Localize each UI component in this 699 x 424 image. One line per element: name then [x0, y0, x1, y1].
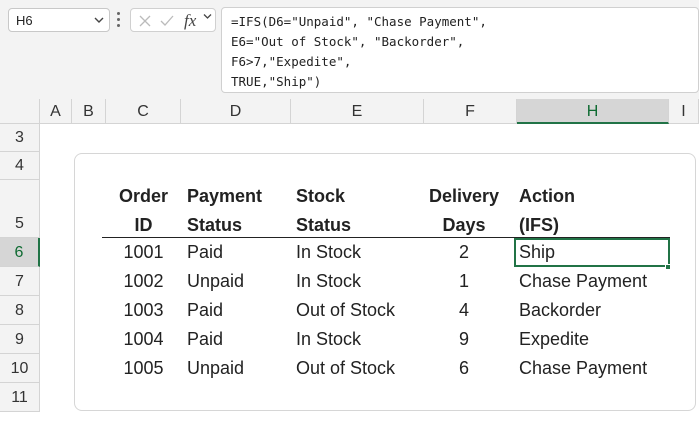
enter-check-icon[interactable]: [159, 13, 175, 29]
cell-order-id[interactable]: 1004: [106, 325, 181, 354]
formula-line: F6>7,"Expedite",: [231, 54, 352, 69]
row-header-6[interactable]: 6: [0, 238, 40, 267]
column-header-d[interactable]: D: [181, 99, 291, 124]
row-header-11[interactable]: 11: [0, 383, 40, 412]
header-action-line1[interactable]: Action: [519, 182, 575, 211]
select-all-corner[interactable]: [0, 99, 40, 124]
cell-payment[interactable]: Unpaid: [187, 267, 244, 296]
active-cell-outline[interactable]: [514, 238, 670, 267]
formula-line: =IFS(D6="Unpaid", "Chase Payment",: [231, 14, 487, 29]
header-delivery-line1[interactable]: Delivery: [418, 182, 510, 211]
formula-line: TRUE,"Ship"): [231, 74, 322, 89]
cell-action[interactable]: Expedite: [519, 325, 589, 354]
header-order-id-line1[interactable]: Order: [106, 182, 181, 211]
formula-line: E6="Out of Stock", "Backorder",: [231, 34, 465, 49]
row-header-8[interactable]: 8: [0, 296, 40, 325]
column-header-f[interactable]: F: [424, 99, 517, 124]
row-header-5[interactable]: 5: [0, 180, 40, 238]
cell-action[interactable]: Backorder: [519, 296, 601, 325]
cell-action[interactable]: Chase Payment: [519, 354, 647, 383]
cell-stock[interactable]: In Stock: [296, 238, 361, 267]
header-payment-line1[interactable]: Payment: [187, 182, 262, 211]
cell-days[interactable]: 2: [418, 238, 510, 267]
column-header-a[interactable]: A: [40, 99, 72, 124]
header-delivery-line2[interactable]: Days: [418, 211, 510, 240]
name-box-value: H6: [16, 13, 33, 28]
cell-stock[interactable]: In Stock: [296, 325, 361, 354]
column-header-b[interactable]: B: [72, 99, 106, 124]
column-header-e[interactable]: E: [291, 99, 424, 124]
row-header-4[interactable]: 4: [0, 152, 40, 180]
worksheet-grid[interactable]: A B C D E F H I 3 4 5 6 7 8 9 10 11 Orde…: [0, 99, 699, 424]
cell-order-id[interactable]: 1001: [106, 238, 181, 267]
insert-function-icon[interactable]: fx: [184, 11, 196, 31]
header-stock-line2[interactable]: Status: [296, 211, 351, 240]
cell-payment[interactable]: Paid: [187, 238, 223, 267]
header-order-id-line2[interactable]: ID: [106, 211, 181, 240]
chevron-down-icon[interactable]: [203, 13, 212, 20]
header-payment-line2[interactable]: Status: [187, 211, 242, 240]
row-header-10[interactable]: 10: [0, 354, 40, 383]
cell-order-id[interactable]: 1005: [106, 354, 181, 383]
cell-payment[interactable]: Paid: [187, 325, 223, 354]
cell-order-id[interactable]: 1003: [106, 296, 181, 325]
cell-payment[interactable]: Unpaid: [187, 354, 244, 383]
cell-stock[interactable]: Out of Stock: [296, 354, 395, 383]
more-options-icon[interactable]: [116, 12, 122, 28]
fill-handle[interactable]: [665, 264, 671, 270]
row-header-7[interactable]: 7: [0, 267, 40, 296]
column-header-h[interactable]: H: [517, 99, 669, 124]
column-header-i[interactable]: I: [669, 99, 699, 124]
cell-payment[interactable]: Paid: [187, 296, 223, 325]
cell-action[interactable]: Chase Payment: [519, 267, 647, 296]
cancel-icon[interactable]: [137, 13, 153, 29]
cell-days[interactable]: 1: [418, 267, 510, 296]
header-stock-line1[interactable]: Stock: [296, 182, 345, 211]
row-header-3[interactable]: 3: [0, 124, 40, 152]
header-action-line2[interactable]: (IFS): [519, 211, 559, 240]
row-header-9[interactable]: 9: [0, 325, 40, 354]
cell-days[interactable]: 4: [418, 296, 510, 325]
formula-bar-area: H6 fx =IFS(D6="Unpaid", "Chase Payment",…: [0, 0, 699, 99]
cell-order-id[interactable]: 1002: [106, 267, 181, 296]
cell-days[interactable]: 6: [418, 354, 510, 383]
cell-days[interactable]: 9: [418, 325, 510, 354]
cell-stock[interactable]: In Stock: [296, 267, 361, 296]
cell-stock[interactable]: Out of Stock: [296, 296, 395, 325]
chevron-down-icon[interactable]: [94, 16, 104, 24]
name-box[interactable]: H6: [8, 8, 110, 32]
formula-input[interactable]: =IFS(D6="Unpaid", "Chase Payment", E6="O…: [221, 7, 699, 93]
column-header-c[interactable]: C: [106, 99, 181, 124]
formula-controls: fx: [130, 8, 216, 32]
